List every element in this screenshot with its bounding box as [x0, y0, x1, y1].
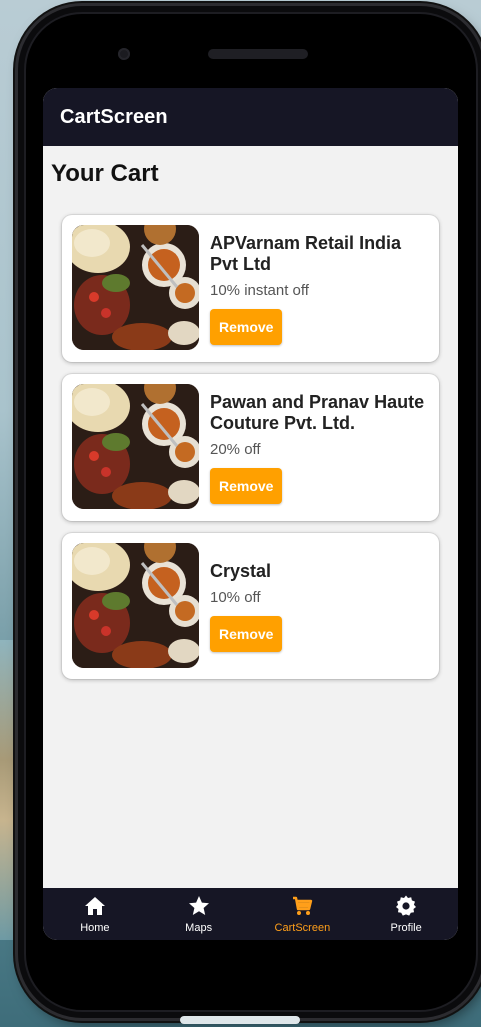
front-camera: [118, 48, 130, 60]
app-screen: CartScreen Your Cart APVarnam Retail Ind…: [43, 88, 458, 940]
cart-item-card[interactable]: APVarnam Retail India Pvt Ltd 10% instan…: [62, 215, 439, 362]
gear-icon: [396, 895, 417, 916]
bottom-navigation: Home Maps CartScreen Profile: [43, 888, 458, 940]
food-image-art: [72, 384, 199, 509]
store-name-line2: Pvt Ltd: [210, 254, 271, 274]
nav-item-home[interactable]: Home: [45, 894, 145, 934]
earpiece-speaker: [208, 49, 308, 59]
offer-text: 10% off: [210, 589, 261, 606]
nav-label: Maps: [185, 922, 213, 934]
store-name: Pawan and Pranav Haute Couture Pvt. Ltd.: [210, 392, 424, 434]
cart-item-card[interactable]: Crystal 10% off Remove: [62, 533, 439, 679]
store-name-line2: Couture Pvt. Ltd.: [210, 413, 355, 433]
food-image-art: [72, 225, 199, 350]
store-name: Crystal: [210, 561, 282, 582]
nav-item-profile[interactable]: Profile: [356, 894, 456, 934]
nav-label: Home: [80, 922, 110, 934]
cart-list: APVarnam Retail India Pvt Ltd 10% instan…: [62, 215, 439, 691]
cart-item-card[interactable]: Pawan and Pranav Haute Couture Pvt. Ltd.…: [62, 374, 439, 521]
offer-text: 10% instant off: [210, 282, 309, 299]
store-name-line1: Pawan and Pranav Haute: [210, 392, 425, 412]
food-image: [72, 384, 199, 509]
cart-item-info: APVarnam Retail India Pvt Ltd 10% instan…: [210, 225, 401, 352]
app-bar-title: CartScreen: [60, 105, 168, 128]
remove-button[interactable]: Remove: [210, 309, 283, 345]
home-icon: [84, 897, 105, 915]
nav-label: Profile: [390, 922, 422, 934]
star-icon: [188, 896, 209, 915]
remove-button[interactable]: Remove: [210, 616, 283, 652]
nav-item-cartscreen[interactable]: CartScreen: [252, 894, 352, 934]
offer-text: 20% off: [210, 441, 261, 458]
food-image: [72, 543, 199, 668]
remove-button[interactable]: Remove: [210, 468, 283, 504]
nav-item-maps[interactable]: Maps: [149, 894, 249, 934]
cart-item-info: Crystal 10% off Remove: [210, 543, 283, 669]
cart-icon: [293, 896, 313, 915]
app-bar: CartScreen: [43, 88, 458, 146]
page-title: Your Cart: [51, 160, 159, 187]
nav-label: CartScreen: [274, 922, 331, 934]
cart-item-info: Pawan and Pranav Haute Couture Pvt. Ltd.…: [210, 384, 424, 511]
background-strip: [180, 1016, 300, 1024]
food-image-art: [72, 543, 199, 668]
store-name-line1: APVarnam Retail India: [210, 233, 402, 253]
food-image: [72, 225, 199, 350]
store-name: APVarnam Retail India Pvt Ltd: [210, 233, 401, 275]
store-name-line1: Crystal: [210, 561, 272, 581]
